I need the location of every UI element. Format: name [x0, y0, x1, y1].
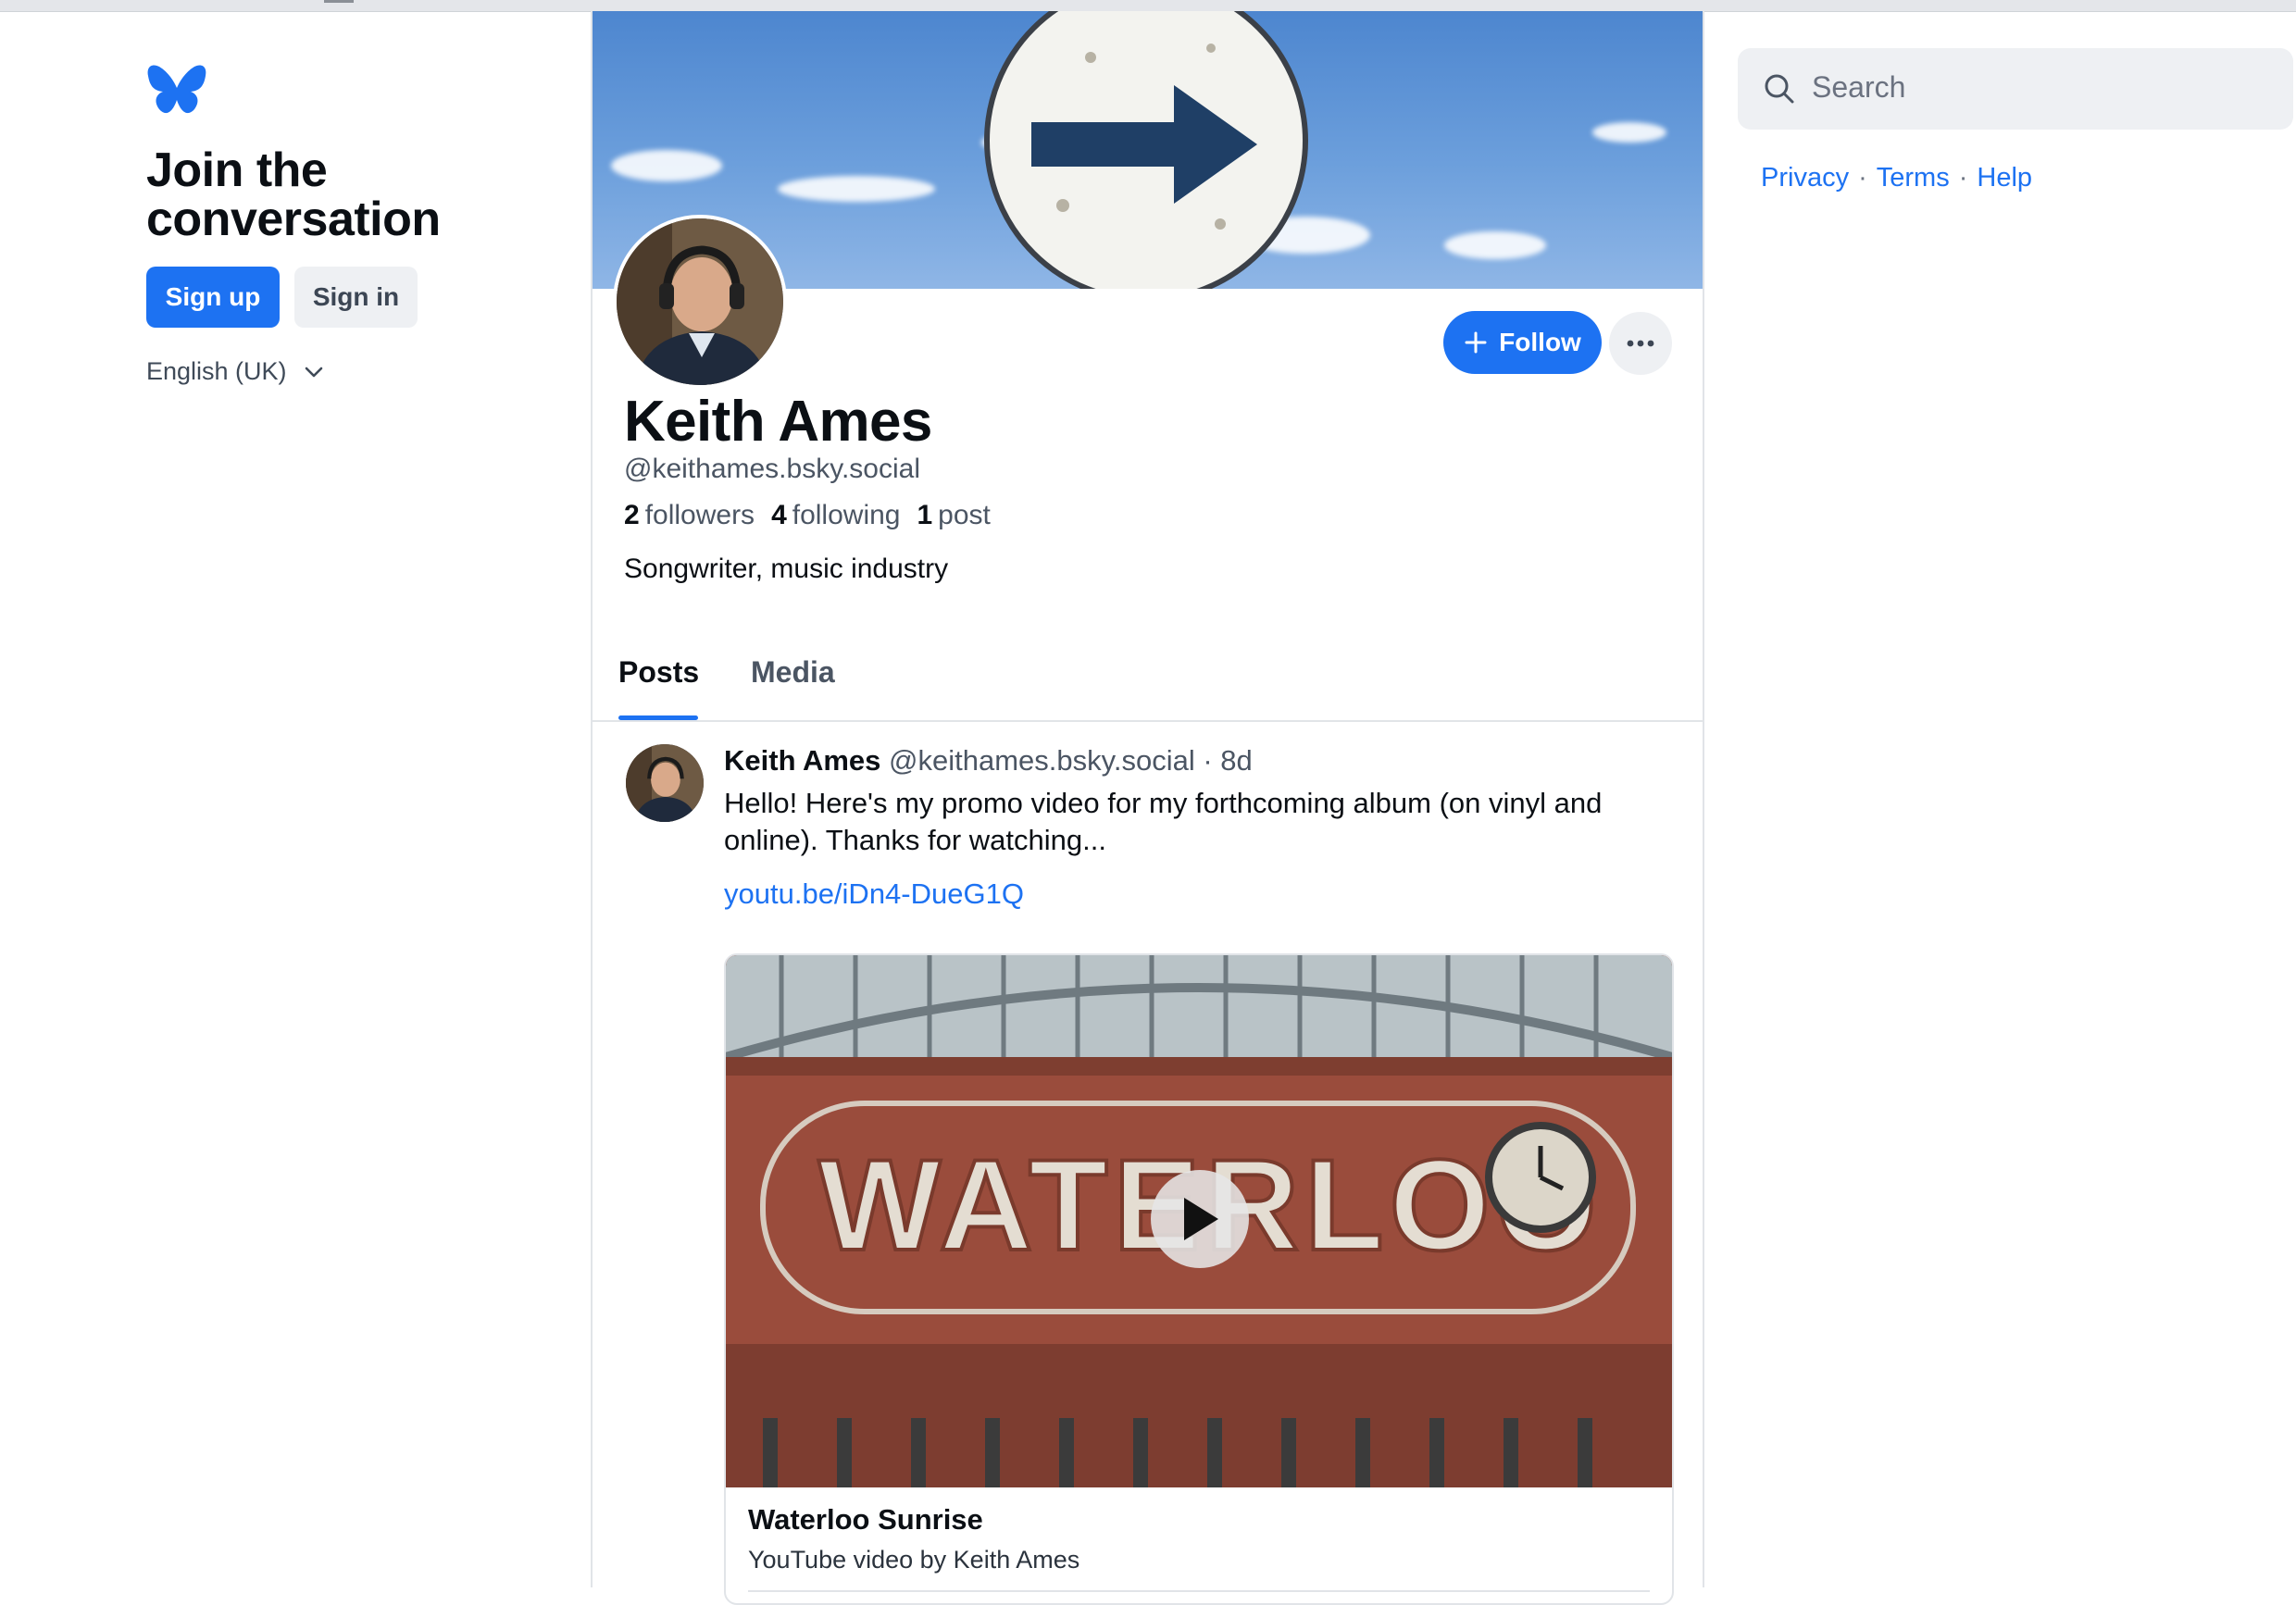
banner-cloud — [1592, 122, 1666, 143]
embed-divider — [748, 1590, 1650, 1592]
followers-label: followers — [644, 500, 755, 530]
language-selector[interactable]: English (UK) — [146, 357, 535, 386]
join-title: Join the conversation — [146, 143, 441, 246]
post-author-name[interactable]: Keith Ames — [724, 744, 880, 777]
follow-button[interactable]: Follow — [1443, 311, 1602, 374]
top-strip-marker — [324, 0, 354, 3]
more-options-button[interactable] — [1609, 312, 1672, 375]
separator-dot: · — [1858, 163, 1867, 193]
profile-bio: Songwriter, music industry — [624, 554, 949, 584]
post-author-avatar[interactable] — [626, 744, 704, 822]
profile-name: Keith Ames — [624, 390, 932, 454]
embed-description: YouTube video by Keith Ames — [748, 1546, 1080, 1574]
butterfly-icon[interactable] — [146, 63, 207, 118]
search-placeholder: Search — [1812, 70, 1906, 104]
posts-stat: 1 post — [917, 500, 990, 531]
chevron-down-icon — [305, 367, 322, 377]
post-timestamp[interactable]: · 8d — [1203, 744, 1252, 777]
following-link[interactable]: 4 following — [771, 500, 900, 531]
left-sidebar: Join the conversation Sign up Sign in En… — [146, 63, 535, 386]
post-text: Hello! Here's my promo video for my fort… — [724, 787, 1603, 856]
tab-media[interactable]: Media — [751, 655, 835, 690]
banner-cloud — [778, 176, 935, 202]
road-sign-icon — [984, 11, 1308, 289]
privacy-link[interactable]: Privacy — [1761, 163, 1849, 193]
profile-handle: @keithames.bsky.social — [624, 454, 921, 484]
more-horizontal-icon — [1627, 340, 1654, 347]
plus-icon — [1465, 331, 1487, 354]
followers-link[interactable]: 2 followers — [624, 500, 755, 531]
terms-link[interactable]: Terms — [1877, 163, 1950, 193]
video-embed-card[interactable]: WATERLOO — [724, 953, 1674, 1605]
help-link[interactable]: Help — [1977, 163, 2032, 193]
banner-cloud — [611, 150, 722, 181]
post-author-handle[interactable]: @keithames.bsky.social — [889, 744, 1195, 777]
posts-count: 1 — [917, 500, 933, 530]
post-header: Keith Ames @keithames.bsky.social · 8d — [724, 744, 1253, 778]
video-thumbnail[interactable]: WATERLOO — [726, 955, 1672, 1487]
following-label: following — [792, 500, 901, 530]
banner-cloud — [1444, 231, 1546, 259]
footer-links: Privacy · Terms · Help — [1761, 163, 2032, 193]
profile-tabs: Posts Media — [593, 633, 1703, 722]
sign-in-button[interactable]: Sign in — [294, 267, 418, 328]
play-icon — [1184, 1198, 1218, 1240]
post-link[interactable]: youtu.be/iDn4-DueG1Q — [724, 877, 1024, 911]
search-icon — [1765, 74, 1794, 104]
profile-column: Follow Keith Ames @keithames.bsky.social… — [591, 11, 1704, 1605]
active-tab-indicator — [618, 715, 698, 720]
auth-buttons: Sign up Sign in — [146, 267, 535, 328]
search-input[interactable]: Search — [1738, 48, 2293, 130]
profile-stats: 2 followers 4 following 1 post — [624, 500, 991, 531]
play-button[interactable] — [1151, 1170, 1249, 1268]
sign-up-button[interactable]: Sign up — [146, 267, 280, 328]
language-label: English (UK) — [146, 357, 287, 385]
separator-dot: · — [1958, 163, 1968, 193]
follow-label: Follow — [1499, 328, 1581, 356]
posts-label: post — [938, 500, 991, 530]
profile-avatar[interactable] — [613, 215, 787, 389]
tab-posts[interactable]: Posts — [618, 655, 699, 690]
following-count: 4 — [771, 500, 787, 530]
followers-count: 2 — [624, 500, 640, 530]
embed-title: Waterloo Sunrise — [748, 1503, 983, 1536]
